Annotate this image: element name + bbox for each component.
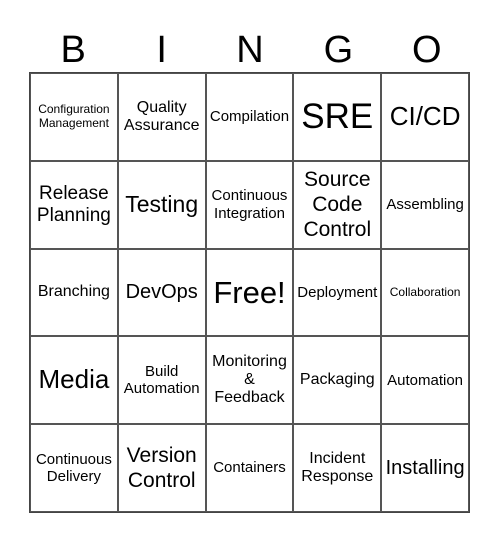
bingo-cell[interactable]: Compilation [205,73,294,161]
bingo-cell[interactable]: Collaboration [381,248,469,337]
bingo-cell[interactable]: Assembling [381,160,469,249]
free-space[interactable]: Free! [205,248,294,337]
bingo-cell[interactable]: Monitoring & Feedback [205,336,294,425]
bingo-cell[interactable]: Version Control [117,424,206,512]
bingo-cell[interactable]: Source Code Control [293,160,382,249]
header-letter-n: N [236,29,264,71]
bingo-cell[interactable]: Branching [30,248,118,337]
bingo-cell[interactable]: Configuration Management [30,73,118,161]
header-letter-i: I [156,29,167,71]
bingo-cell[interactable]: Continuous Delivery [30,424,118,512]
bingo-cell[interactable]: Installing [381,424,469,512]
header-letter-o: O [412,29,442,71]
bingo-cell[interactable]: DevOps [117,248,206,337]
header-letter-g: G [323,29,354,71]
bingo-cell[interactable]: Release Planning [30,160,118,249]
header-letter-b: B [60,29,86,71]
bingo-cell[interactable]: Quality Assurance [117,73,206,161]
bingo-header: B I N G O [29,28,471,72]
bingo-cell[interactable]: Containers [205,424,294,512]
bingo-cell[interactable]: Incident Response [293,424,382,512]
bingo-cell[interactable]: SRE [293,73,382,161]
bingo-cell[interactable]: Testing [117,160,206,249]
bingo-grid: Configuration Management Quality Assuran… [29,72,470,513]
bingo-cell[interactable]: Deployment [293,248,382,337]
bingo-cell[interactable]: Build Automation [117,336,206,425]
bingo-cell[interactable]: Automation [381,336,469,425]
bingo-cell[interactable]: Media [30,336,118,425]
bingo-cell[interactable]: Continuous Integration [205,160,294,249]
bingo-cell[interactable]: CI/CD [381,73,469,161]
bingo-cell[interactable]: Packaging [293,336,382,425]
